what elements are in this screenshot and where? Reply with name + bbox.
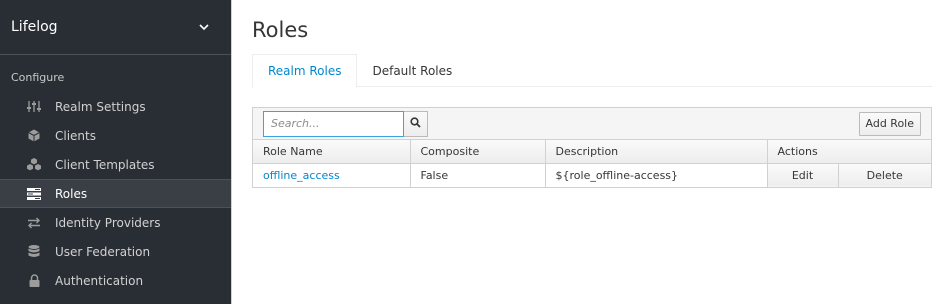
sidebar-item-label: User Federation (55, 244, 151, 259)
search-button[interactable] (404, 110, 428, 137)
roles-table-panel: Add Role Role Name Composite Description… (252, 107, 932, 188)
sidebar-item-label: Authentication (55, 273, 144, 288)
page-title: Roles (252, 18, 309, 42)
sidebar-item-client-templates[interactable]: Client Templates (0, 150, 231, 179)
sliders-icon (26, 100, 42, 114)
sidebar-item-roles[interactable]: Roles (0, 179, 231, 208)
roles-table: Role Name Composite Description Actions … (253, 140, 931, 187)
edit-button[interactable]: Edit (767, 163, 839, 187)
tab-realm-roles[interactable]: Realm Roles (252, 54, 358, 88)
sidebar-item-realm-settings[interactable]: Realm Settings (0, 92, 231, 121)
sidebar-item-user-federation[interactable]: User Federation (0, 237, 231, 266)
sidebar-item-label: Clients (55, 128, 96, 143)
section-label-configure: Configure (11, 71, 65, 84)
role-description: ${role_offline-access} (545, 163, 768, 187)
sidebar-nav: Realm Settings Clients Client Templates … (0, 92, 231, 295)
tab-default-roles[interactable]: Default Roles (357, 54, 467, 87)
table-toolbar: Add Role (253, 108, 931, 140)
sidebar-item-authentication[interactable]: Authentication (0, 266, 231, 295)
sidebar-item-label: Roles (55, 186, 88, 201)
sidebar-item-label: Identity Providers (55, 215, 161, 230)
tab-bar: Realm Roles Default Roles (252, 54, 932, 88)
role-name-link[interactable]: offline_access (253, 163, 411, 187)
sidebar-item-label: Client Templates (55, 157, 155, 172)
sidebar-item-identity-providers[interactable]: Identity Providers (0, 208, 231, 237)
column-header-role-name: Role Name (253, 140, 411, 164)
column-header-description: Description (545, 140, 768, 164)
exchange-icon (26, 216, 42, 230)
sidebar: Lifelog Configure Realm Settings Clients… (0, 0, 231, 304)
search-group (263, 110, 428, 137)
search-icon (410, 116, 421, 131)
delete-button[interactable]: Delete (837, 163, 931, 187)
add-role-button[interactable]: Add Role (858, 111, 921, 136)
cube-icon (26, 129, 42, 143)
chevron-down-icon (196, 19, 212, 35)
realm-selector[interactable]: Lifelog (0, 0, 231, 55)
lock-icon (26, 274, 42, 288)
column-header-composite: Composite (410, 140, 546, 164)
search-input[interactable] (263, 110, 404, 137)
column-header-actions: Actions (767, 140, 931, 164)
roles-icon (26, 187, 42, 201)
main-content: Roles Realm Roles Default Roles Add Role… (231, 0, 942, 304)
role-composite: False (410, 163, 546, 187)
table-header-row: Role Name Composite Description Actions (253, 140, 931, 164)
cubes-icon (26, 158, 42, 172)
sidebar-item-clients[interactable]: Clients (0, 121, 231, 150)
sidebar-item-label: Realm Settings (55, 99, 146, 114)
realm-name: Lifelog (11, 19, 58, 35)
database-icon (26, 245, 42, 259)
table-row: offline_access False ${role_offline-acce… (253, 163, 931, 187)
